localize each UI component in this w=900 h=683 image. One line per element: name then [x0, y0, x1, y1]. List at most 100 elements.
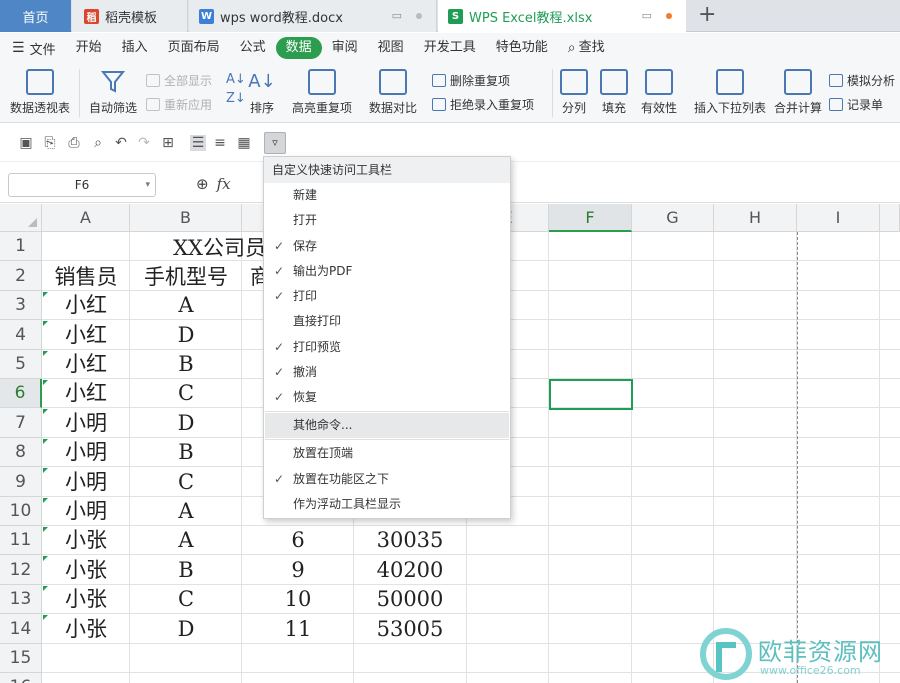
header-cell-salesperson[interactable]: 销售员 [42, 263, 130, 292]
new-tab-button[interactable]: + [698, 3, 716, 27]
dropdown-item[interactable]: ✓ 打印 [265, 284, 509, 309]
cell-salesperson[interactable]: 小张 [42, 585, 130, 614]
cell-salesperson[interactable]: 小张 [42, 526, 130, 555]
name-box[interactable]: F6 ▾ [8, 173, 156, 197]
dropdown-item[interactable]: 放置在顶端 [265, 441, 509, 466]
show-all-button[interactable]: 全部显示 [146, 72, 212, 89]
row-header-12[interactable]: 12 [0, 555, 42, 585]
monitor-icon[interactable]: ▭ [392, 9, 402, 22]
cell-phone-model[interactable]: C [130, 585, 242, 614]
row-header-15[interactable]: 15 [0, 644, 42, 673]
cell-phone-model[interactable]: C [130, 379, 242, 408]
cell-salesperson[interactable]: 小张 [42, 555, 130, 585]
select-all-corner[interactable] [0, 204, 42, 232]
dropdown-item[interactable]: ✓ 放置在功能区之下 [265, 467, 509, 492]
cell-phone-model[interactable]: D [130, 614, 242, 644]
cell-salesperson[interactable]: 小张 [42, 614, 130, 644]
header-cell-phone-model[interactable]: 手机型号 [130, 263, 242, 292]
row-header-6[interactable]: 6 [0, 379, 42, 408]
fx-icon[interactable]: fx [217, 175, 231, 193]
column-header-f[interactable]: F [549, 204, 632, 232]
data-compare-button[interactable]: 数据对比 [369, 69, 417, 116]
sort-desc-icon[interactable]: Z↓ [226, 91, 246, 106]
cell-phone-model[interactable]: A [130, 497, 242, 526]
validity-button[interactable]: 有效性 [641, 69, 677, 116]
chevron-down-icon[interactable]: ▾ [145, 174, 150, 196]
row-header-3[interactable]: 3 [0, 291, 42, 320]
cell-salesperson[interactable]: 小红 [42, 320, 130, 350]
cell-amount[interactable]: 40200 [354, 555, 466, 585]
tab-word-doc[interactable]: W wps word教程.docx ▭ [189, 0, 437, 32]
reapply-button[interactable]: 重新应用 [146, 96, 212, 113]
print-preview-icon[interactable]: ⌕ [90, 135, 106, 151]
menu-view[interactable]: 视图 [368, 37, 414, 59]
cell-amount[interactable]: 50000 [354, 585, 466, 614]
autofilter-button[interactable]: 自动筛选 [89, 69, 137, 116]
cell-phone-model[interactable]: D [130, 408, 242, 438]
undo-icon[interactable]: ↶ [113, 135, 129, 151]
dropdown-item[interactable]: ✓ 输出为PDF [265, 259, 509, 284]
column-header-b[interactable]: B [130, 204, 242, 232]
menu-insert[interactable]: 插入 [112, 37, 158, 59]
customize-toolbar-button[interactable]: ▿ [264, 132, 286, 154]
borders-icon[interactable]: ⊞ [160, 135, 176, 151]
remove-duplicates-button[interactable]: 删除重复项 [432, 72, 510, 89]
redo-icon[interactable]: ↷ [136, 135, 152, 151]
file-menu[interactable]: ☰ 文件 [12, 39, 66, 58]
cell-salesperson[interactable]: 小明 [42, 438, 130, 467]
cell-quantity[interactable]: 10 [242, 585, 354, 614]
row-header-2[interactable]: 2 [0, 261, 42, 291]
row-header-8[interactable]: 8 [0, 438, 42, 467]
sort-button[interactable]: A↓ 排序 [248, 69, 276, 116]
menu-formula[interactable]: 公式 [230, 37, 276, 59]
dropdown-item[interactable]: ✓ 撤消 [265, 360, 509, 385]
row-header-5[interactable]: 5 [0, 350, 42, 379]
tab-daoke-templates[interactable]: 稻 稻壳模板 [72, 0, 188, 32]
column-header-overflow[interactable] [880, 204, 900, 232]
cell-phone-model[interactable]: C [130, 467, 242, 497]
cell-salesperson[interactable]: 小明 [42, 467, 130, 497]
cell-salesperson[interactable]: 小红 [42, 379, 130, 408]
cell-phone-model[interactable]: A [130, 291, 242, 320]
menu-developer[interactable]: 开发工具 [414, 37, 486, 59]
save-icon[interactable]: ▣ [18, 135, 34, 151]
menu-start[interactable]: 开始 [66, 37, 112, 59]
cell-phone-model[interactable]: D [130, 320, 242, 350]
menu-search[interactable]: ⌕ 查找 [558, 37, 615, 59]
zoom-search-icon[interactable]: ⊕ [196, 175, 209, 193]
menu-review[interactable]: 审阅 [322, 37, 368, 59]
fill-button[interactable]: 填充 [600, 69, 628, 116]
wrap-text-icon[interactable]: ≡ [212, 135, 228, 151]
row-header-4[interactable]: 4 [0, 320, 42, 350]
row-header-1[interactable]: 1 [0, 232, 42, 261]
highlight-duplicates-button[interactable]: 高亮重复项 [292, 69, 352, 116]
cell-salesperson[interactable]: 小红 [42, 291, 130, 320]
row-header-13[interactable]: 13 [0, 585, 42, 614]
dropdown-item[interactable]: 打开 [265, 208, 509, 233]
align-center-icon[interactable]: ☰ [190, 135, 206, 151]
consolidate-button[interactable]: 合并计算 [774, 69, 822, 116]
column-header-a[interactable]: A [42, 204, 130, 232]
tab-home[interactable]: 首页 [0, 0, 71, 32]
split-column-button[interactable]: 分列 [560, 69, 588, 116]
menu-page-layout[interactable]: 页面布局 [158, 37, 230, 59]
sort-asc-icon[interactable]: A↓ [226, 72, 246, 87]
record-form-button[interactable]: 记录单 [829, 96, 883, 113]
cell-quantity[interactable]: 11 [242, 614, 354, 644]
column-header-i[interactable]: I [797, 204, 880, 232]
row-header-11[interactable]: 11 [0, 526, 42, 555]
cell-quantity[interactable]: 9 [242, 555, 354, 585]
menu-features[interactable]: 特色功能 [486, 37, 558, 59]
row-header-7[interactable]: 7 [0, 408, 42, 438]
cell-salesperson[interactable]: 小明 [42, 408, 130, 438]
pivot-table-button[interactable]: 数据透视表 [10, 69, 70, 116]
menu-data[interactable]: 数据 [275, 37, 322, 59]
dropdown-item[interactable]: ✓ 打印预览 [265, 335, 509, 360]
cell-quantity[interactable]: 6 [242, 526, 354, 555]
column-header-g[interactable]: G [632, 204, 714, 232]
cell-amount[interactable]: 53005 [354, 614, 466, 644]
dropdown-item[interactable]: 新建 [265, 183, 509, 208]
row-header-10[interactable]: 10 [0, 497, 42, 526]
cell-phone-model[interactable]: B [130, 350, 242, 379]
monitor-icon[interactable]: ▭ [642, 9, 652, 22]
